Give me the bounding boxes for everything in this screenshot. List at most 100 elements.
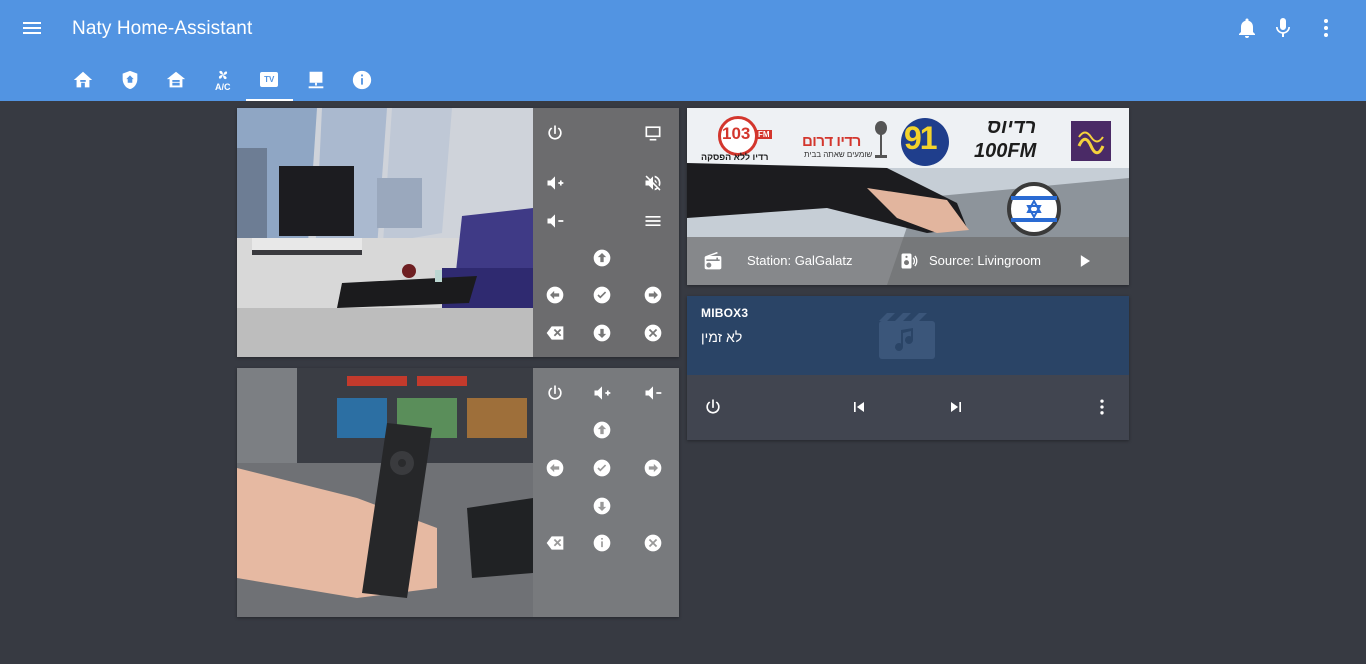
- radio-source-label: Source: Livingroom: [929, 253, 1041, 268]
- media-player-card: MIBOX3 לא זמין: [687, 296, 1129, 440]
- ac-tab-label: A/C: [215, 81, 231, 92]
- tv-icon: TV: [260, 72, 279, 87]
- tab-info[interactable]: [339, 58, 386, 101]
- logo-100fm-number: 100FM: [974, 140, 1037, 162]
- tv-left-button[interactable]: [543, 283, 567, 307]
- menu-lines-icon: [645, 216, 661, 226]
- mibox-down-button[interactable]: [590, 494, 614, 518]
- close-circle-icon: [644, 324, 662, 342]
- logo-darom: רדיו דרום: [802, 133, 861, 150]
- mibox-volume-up-button[interactable]: [590, 381, 614, 405]
- play-icon: [1080, 255, 1090, 267]
- volume-minus-icon: [547, 214, 564, 228]
- mibox-up-button[interactable]: [590, 418, 614, 442]
- ac-fan-icon: [218, 70, 227, 79]
- logo-darom-tagline: שומעים שאתה בבית: [804, 150, 873, 159]
- close-circle-icon: [644, 534, 662, 552]
- tv-remote-card: [237, 108, 679, 357]
- arrow-up-circle-icon: [593, 249, 611, 267]
- mibox-volume-down-button[interactable]: [641, 381, 665, 405]
- tab-desktop[interactable]: [293, 58, 340, 101]
- logo-103-fm: FM: [756, 130, 772, 139]
- tv-exit-button[interactable]: [641, 321, 665, 345]
- mibox-back-button[interactable]: [543, 531, 567, 555]
- more-vertical-icon[interactable]: [1314, 16, 1338, 40]
- tv-ok-button[interactable]: [590, 283, 614, 307]
- mibox-left-button[interactable]: [543, 456, 567, 480]
- arrow-up-circle-icon: [593, 421, 611, 439]
- logo-91-number: 91: [904, 120, 938, 156]
- mibox-right-button[interactable]: [641, 456, 665, 480]
- security-shield-icon: [122, 70, 138, 89]
- menu-icon[interactable]: [20, 16, 44, 40]
- tv-control-panel: [533, 108, 679, 357]
- media-more-button[interactable]: [1090, 395, 1114, 419]
- power-icon: [548, 125, 562, 140]
- info-icon: [593, 534, 611, 552]
- monitor-icon: [645, 126, 661, 141]
- tab-security[interactable]: [107, 58, 154, 101]
- check-circle-icon: [593, 459, 611, 477]
- volume-off-icon: [645, 175, 661, 191]
- mibox-info-button[interactable]: [590, 531, 614, 555]
- backspace-icon: [546, 536, 564, 550]
- view-tabs: A/C TV: [60, 58, 386, 101]
- media-previous-button[interactable]: [847, 395, 871, 419]
- radio-icon: [701, 249, 725, 273]
- app-title: Naty Home-Assistant: [72, 18, 253, 39]
- info-icon: [353, 70, 372, 89]
- tv-volume-up-button[interactable]: [543, 171, 567, 195]
- microphone-logo-icon: [875, 121, 887, 158]
- logo-100fm-title: רדיוס: [987, 116, 1037, 138]
- mibox-power-button[interactable]: [543, 381, 567, 405]
- arrow-down-circle-icon: [593, 324, 611, 342]
- bell-icon[interactable]: [1235, 16, 1259, 40]
- app-header: Naty Home-Assistant A/C TV: [0, 0, 1366, 101]
- volume-plus-icon: [594, 386, 611, 400]
- tab-tv[interactable]: TV: [246, 58, 293, 101]
- power-icon: [706, 399, 720, 414]
- tv-volume-down-button[interactable]: [543, 209, 567, 233]
- logo-103-number: 103: [722, 124, 751, 143]
- house-icon: [167, 71, 186, 87]
- media-player-header: MIBOX3 לא זמין: [687, 296, 1129, 375]
- tv-down-button[interactable]: [590, 321, 614, 345]
- mibox-exit-button[interactable]: [641, 531, 665, 555]
- arrow-left-circle-icon: [546, 459, 564, 477]
- skip-previous-icon: [854, 402, 864, 412]
- tab-home[interactable]: [60, 58, 107, 101]
- media-power-button[interactable]: [701, 395, 725, 419]
- arrow-left-circle-icon: [546, 286, 564, 304]
- microphone-icon[interactable]: [1271, 16, 1295, 40]
- volume-minus-icon: [645, 386, 662, 400]
- tv-back-button[interactable]: [543, 321, 567, 345]
- radio-play-button[interactable]: [1073, 249, 1097, 273]
- arrow-down-circle-icon: [593, 497, 611, 515]
- tv-mute-button[interactable]: [641, 171, 665, 195]
- radio-info-bar: Station: GalGalatz Source: Livingroom: [687, 237, 1129, 285]
- tv-menu-button[interactable]: [641, 209, 665, 233]
- tv-right-button[interactable]: [641, 283, 665, 307]
- tab-ac[interactable]: A/C: [200, 58, 247, 101]
- israel-globe-icon: [1007, 182, 1061, 236]
- arrow-right-circle-icon: [644, 286, 662, 304]
- media-next-button[interactable]: [944, 395, 968, 419]
- tv-input-button[interactable]: [641, 121, 665, 145]
- more-vertical-icon: [1100, 399, 1104, 415]
- mibox-ok-button[interactable]: [590, 456, 614, 480]
- mibox-remote-card: [237, 368, 679, 617]
- tab-house[interactable]: [153, 58, 200, 101]
- arrow-right-circle-icon: [644, 459, 662, 477]
- speaker-icon: [897, 249, 921, 273]
- media-player-status: לא זמין: [701, 329, 743, 345]
- mibox-control-panel: [533, 368, 679, 617]
- radio-station-label: Station: GalGalatz: [747, 253, 853, 268]
- check-circle-icon: [593, 286, 611, 304]
- logo-103-tagline: רדיו ללא הפסקה: [701, 152, 769, 162]
- volume-plus-icon: [547, 176, 564, 190]
- mibox-remote-image: [237, 368, 533, 617]
- home-icon: [74, 71, 93, 87]
- tv-up-button[interactable]: [590, 246, 614, 270]
- tv-power-button[interactable]: [543, 121, 567, 145]
- radio-card: 103 FM רדיו ללא הפסקה רדיו דרום שומעים ש…: [687, 108, 1129, 285]
